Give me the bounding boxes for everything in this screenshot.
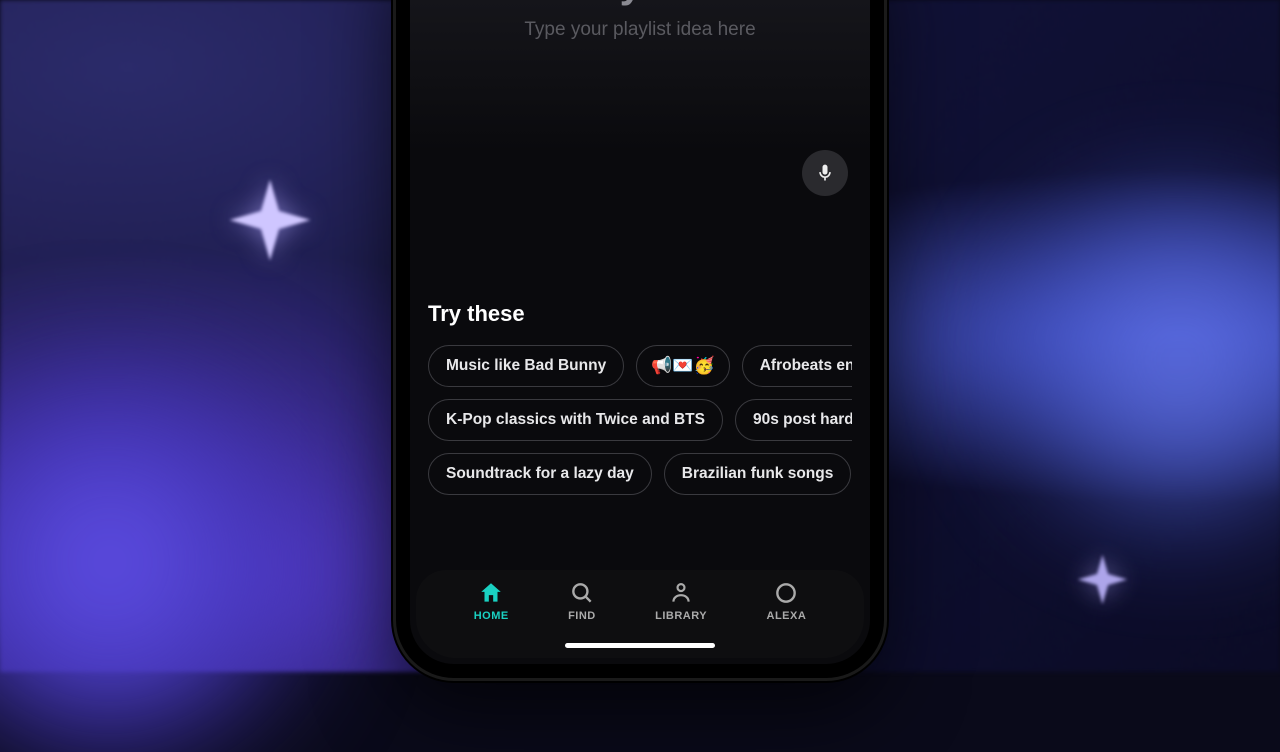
nav-find[interactable]: FIND — [568, 580, 596, 622]
nav-label: LIBRARY — [655, 610, 707, 622]
suggestion-chip-emoji[interactable]: 📢💌🥳 — [636, 345, 730, 387]
sparkle-icon — [1075, 552, 1130, 607]
chip-row: Music like Bad Bunny 📢💌🥳 Afrobeats energ… — [428, 345, 852, 387]
nav-label: ALEXA — [767, 610, 807, 622]
nav-library[interactable]: LIBRARY — [655, 580, 707, 622]
nav-home[interactable]: HOME — [474, 580, 509, 622]
nav-label: HOME — [474, 610, 509, 622]
home-indicator[interactable] — [565, 643, 715, 648]
library-icon — [668, 580, 694, 606]
bottom-navbar: HOME FIND LIBRARY ALEXA — [416, 570, 864, 658]
alexa-icon — [773, 580, 799, 606]
sparkle-icon — [225, 175, 315, 265]
suggestion-chip[interactable]: Soundtrack for a lazy day — [428, 453, 652, 495]
suggestion-chip[interactable]: 90s post hardcore — [735, 399, 852, 441]
home-icon — [478, 580, 504, 606]
search-icon — [569, 580, 595, 606]
phone-screen: What will you create? Type your playlist… — [410, 0, 870, 664]
microphone-icon — [815, 163, 835, 183]
try-these-section: Try these Music like Bad Bunny 📢💌🥳 Afrob… — [428, 301, 852, 495]
suggestion-chip[interactable]: K-Pop classics with Twice and BTS — [428, 399, 723, 441]
voice-input-button[interactable] — [802, 150, 848, 196]
phone-frame: What will you create? Type your playlist… — [396, 0, 884, 678]
main-heading: What will you create? — [428, 0, 852, 7]
suggestion-chip[interactable]: Afrobeats energy boost — [742, 345, 852, 387]
playlist-input-placeholder[interactable]: Type your playlist idea here — [428, 19, 852, 41]
try-these-heading: Try these — [428, 301, 852, 327]
chip-row: Soundtrack for a lazy day Brazilian funk… — [428, 453, 852, 495]
suggestion-chip[interactable]: Music like Bad Bunny — [428, 345, 624, 387]
nav-label: FIND — [568, 610, 596, 622]
chip-row: K-Pop classics with Twice and BTS 90s po… — [428, 399, 852, 441]
nav-alexa[interactable]: ALEXA — [767, 580, 807, 622]
suggestion-chip[interactable]: Brazilian funk songs — [664, 453, 852, 495]
